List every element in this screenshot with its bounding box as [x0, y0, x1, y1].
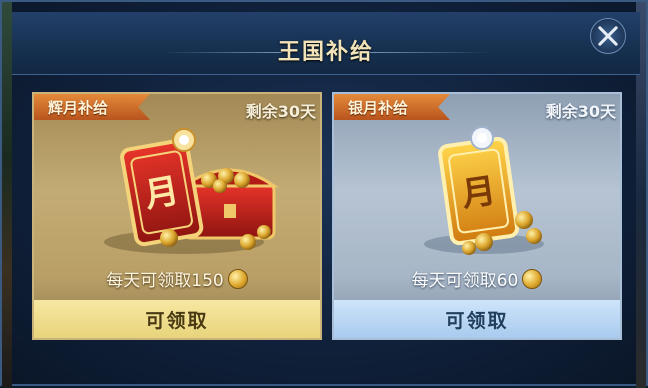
svg-text:月: 月 [459, 171, 498, 215]
daily-reward-text: 每天可领取60 [411, 271, 519, 291]
supply-card-gold-moon: 辉月补给 剩余30天 月 每天可领取150 可领取 [32, 92, 322, 340]
close-button[interactable] [590, 18, 626, 54]
daily-reward: 每天可领取60 [334, 266, 620, 291]
supply-card-silver-moon: 银月补给 剩余30天 月 每天可领取60 可领取 [332, 92, 622, 340]
claim-button[interactable]: 可领取 [334, 300, 620, 338]
silver-moon-card-illustration: 月 [424, 126, 544, 255]
dialog-title: 王国补给 [277, 40, 374, 65]
title-bar: 王国补给 [12, 12, 640, 75]
gold-coin-icon [522, 269, 543, 289]
remaining-days: 剩余30天 [245, 102, 316, 121]
daily-reward-text: 每天可领取150 [106, 271, 224, 291]
gold-coin-icon [227, 269, 248, 289]
dialog-panel: 王国补给 辉月补给 剩余30天 月 每天可领取150 可领取 银月补给 剩余30… [0, 0, 648, 388]
tier-label: 银月补给 [348, 99, 409, 117]
background-left-edge [2, 2, 12, 388]
svg-text:月: 月 [142, 171, 182, 216]
daily-reward: 每天可领取150 [34, 266, 320, 291]
claim-button[interactable]: 可领取 [34, 300, 320, 338]
tier-label: 辉月补给 [48, 99, 109, 117]
remaining-days: 剩余30天 [545, 102, 616, 121]
gold-moon-chest-illustration: 月 [104, 128, 279, 254]
